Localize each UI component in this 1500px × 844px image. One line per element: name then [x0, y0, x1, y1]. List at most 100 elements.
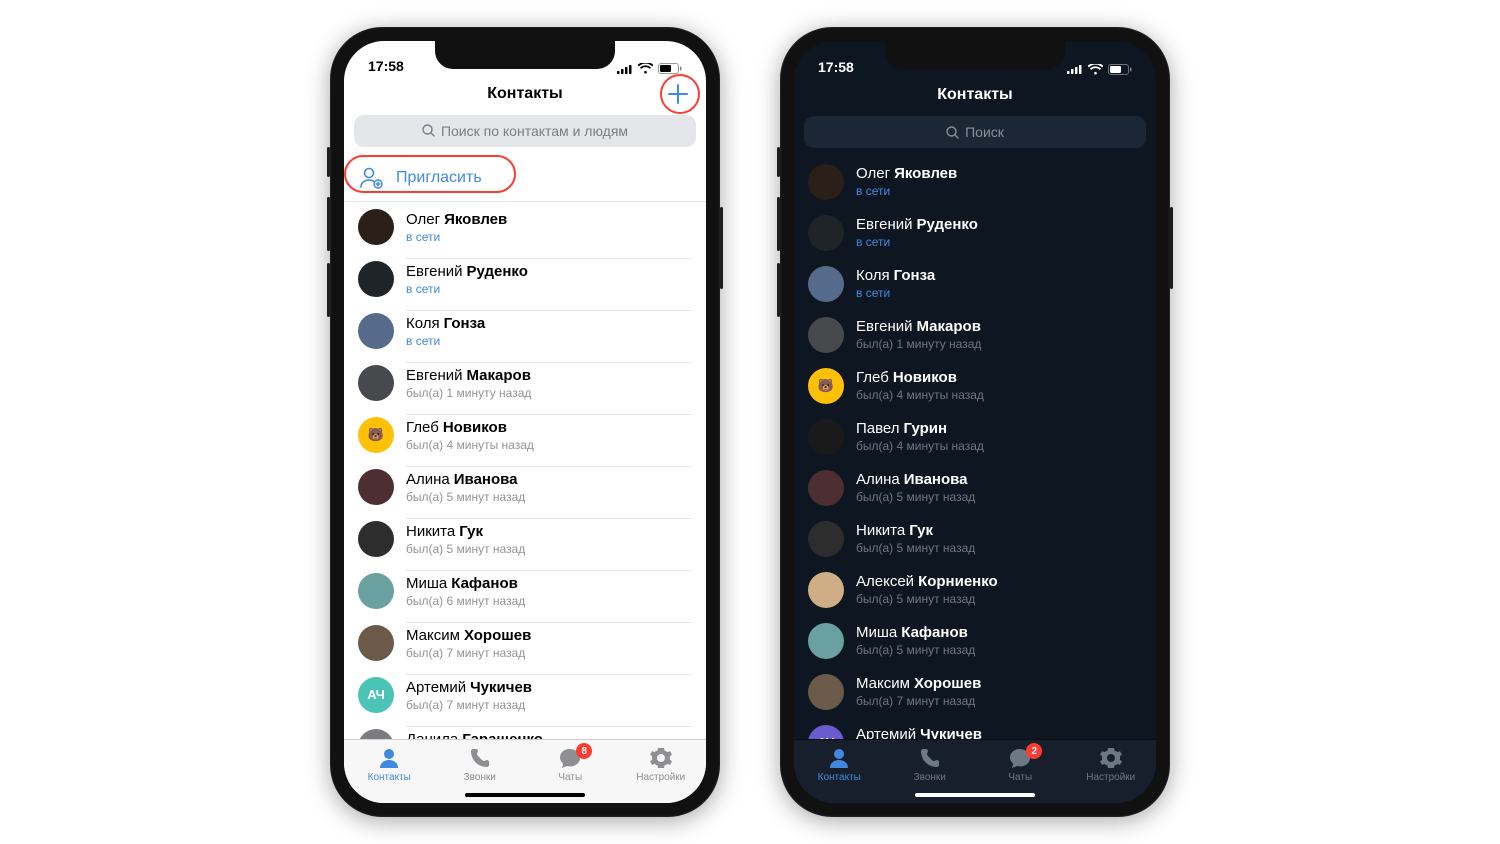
chats-badge: 2 [1026, 743, 1042, 759]
tab-label: Настройки [1086, 772, 1135, 783]
cellular-signal-icon [1067, 64, 1083, 74]
tab-contacts[interactable]: Контакты [803, 746, 875, 783]
contact-status: в сети [406, 282, 692, 296]
contact-row[interactable]: АлинаИвановабыл(а) 5 минут назад [344, 461, 706, 513]
contact-row[interactable]: ДанилаГаращенкобыл(а) 9 минут назад [344, 721, 706, 739]
invite-icon [358, 165, 384, 191]
contact-status: был(а) 5 минут назад [856, 541, 1142, 555]
tab-label: Контакты [818, 772, 861, 783]
contact-row[interactable]: 🐻ГлебНовиковбыл(а) 4 минуты назад [344, 409, 706, 461]
tab-label: Звонки [914, 772, 946, 783]
avatar [808, 521, 844, 557]
contact-row[interactable]: МишаКафановбыл(а) 5 минут назад [794, 615, 1156, 666]
contact-status: в сети [406, 230, 692, 244]
avatar [808, 572, 844, 608]
avatar [358, 313, 394, 349]
contact-row[interactable]: МаксимХорошевбыл(а) 7 минут назад [794, 666, 1156, 717]
contact-status: был(а) 4 минуты назад [856, 388, 1142, 402]
contact-name: ГлебНовиков [856, 369, 1142, 387]
gear-icon [649, 746, 673, 770]
tab-settings[interactable]: Настройки [625, 746, 697, 783]
search-input[interactable]: Поиск по контактам и людям [354, 115, 696, 147]
contact-status: в сети [856, 235, 1142, 249]
contacts-icon [827, 746, 851, 770]
search-icon [422, 124, 435, 137]
contact-row[interactable]: АлексейКорниенкобыл(а) 5 минут назад [794, 564, 1156, 615]
phone-icon [918, 746, 942, 770]
contact-name: АлинаИванова [856, 471, 1142, 489]
contact-status: был(а) 5 минут назад [856, 490, 1142, 504]
contact-name: ЕвгенийРуденко [856, 216, 1142, 234]
contact-name: КоляГонза [856, 267, 1142, 285]
contact-row[interactable]: ЕвгенийМакаровбыл(а) 1 минуту назад [344, 357, 706, 409]
contact-name: ОлегЯковлев [856, 165, 1142, 183]
tab-label: Контакты [368, 772, 411, 783]
contact-row[interactable]: КоляГонзав сети [344, 305, 706, 357]
contact-list[interactable]: ОлегЯковлевв сетиЕвгенийРуденков сетиКол… [344, 202, 706, 739]
contact-name: МаксимХорошев [406, 627, 692, 645]
cellular-signal-icon [617, 64, 633, 74]
contact-name: МаксимХорошев [856, 675, 1142, 693]
contact-row[interactable]: МишаКафановбыл(а) 6 минут назад [344, 565, 706, 617]
page-title: Контакты [487, 85, 562, 103]
tab-calls[interactable]: Звонки [444, 746, 516, 783]
contact-row[interactable]: ОлегЯковлевв сети [794, 156, 1156, 207]
contact-name: АртемийЧукичев [406, 679, 692, 697]
contact-row[interactable]: НикитаГукбыл(а) 5 минут назад [794, 513, 1156, 564]
home-indicator [915, 793, 1035, 797]
avatar [358, 261, 394, 297]
home-indicator [465, 793, 585, 797]
contact-status: был(а) 4 минуты назад [406, 438, 692, 452]
contact-row[interactable]: ЕвгенийРуденков сети [794, 207, 1156, 258]
tab-label: Чаты [1008, 772, 1032, 783]
status-time: 17:58 [818, 59, 854, 75]
search-placeholder: Поиск по контактам и людям [441, 123, 628, 139]
tab-calls[interactable]: Звонки [894, 746, 966, 783]
avatar: 🐻 [808, 368, 844, 404]
search-input[interactable]: Поиск [804, 116, 1146, 148]
contact-row[interactable]: ЕвгенийМакаровбыл(а) 1 минуту назад [794, 309, 1156, 360]
add-contact-button[interactable] [664, 80, 692, 108]
avatar [358, 521, 394, 557]
contact-row[interactable]: ПавелГуринбыл(а) 4 минуты назад [794, 411, 1156, 462]
contact-status: в сети [856, 184, 1142, 198]
contact-status: был(а) 5 минут назад [856, 643, 1142, 657]
avatar: АЧ [808, 725, 844, 740]
avatar: 🐻 [358, 417, 394, 453]
contact-name: НикитаГук [856, 522, 1142, 540]
tab-contacts[interactable]: Контакты [353, 746, 425, 783]
tab-settings[interactable]: Настройки [1075, 746, 1147, 783]
phone-light: 17:58 Контакты Поиск по контактам и людя… [330, 27, 720, 817]
avatar [358, 469, 394, 505]
avatar [808, 623, 844, 659]
invite-button[interactable]: Пригласить [344, 155, 706, 202]
contact-name: АлинаИванова [406, 471, 692, 489]
tab-label: Чаты [558, 772, 582, 783]
contact-name: МишаКафанов [406, 575, 692, 593]
contact-status: был(а) 5 минут назад [856, 592, 1142, 606]
contact-status: был(а) 7 минут назад [406, 646, 692, 660]
contact-row[interactable]: АлинаИвановабыл(а) 5 минут назад [794, 462, 1156, 513]
contact-row[interactable]: КоляГонзав сети [794, 258, 1156, 309]
chats-badge: 8 [576, 743, 592, 759]
contact-status: был(а) 6 минут назад [406, 594, 692, 608]
contact-row[interactable]: АЧАртемийЧукичевбыл(а) 7 минут назад [794, 717, 1156, 739]
contact-row[interactable]: 🐻 ГлебНовиковбыл(а) 4 минуты назад [794, 360, 1156, 411]
tab-chats[interactable]: 2 Чаты [984, 746, 1056, 783]
contact-name: АлексейКорниенко [856, 573, 1142, 591]
contact-list[interactable]: ОлегЯковлевв сетиЕвгенийРуденков сетиКол… [794, 156, 1156, 739]
contact-row[interactable]: ЕвгенийРуденков сети [344, 253, 706, 305]
contact-row[interactable]: НикитаГукбыл(а) 5 минут назад [344, 513, 706, 565]
gear-icon [1099, 746, 1123, 770]
contact-row[interactable]: ОлегЯковлевв сети [344, 202, 706, 253]
contact-row[interactable]: МаксимХорошевбыл(а) 7 минут назад [344, 617, 706, 669]
avatar: АЧ [358, 677, 394, 713]
avatar [808, 215, 844, 251]
contact-name: ОлегЯковлев [406, 211, 692, 229]
tab-chats[interactable]: 8 Чаты [534, 746, 606, 783]
battery-icon [1108, 64, 1132, 75]
contact-status: в сети [406, 334, 692, 348]
battery-icon [658, 63, 682, 74]
contact-row[interactable]: АЧАртемийЧукичевбыл(а) 7 минут назад [344, 669, 706, 721]
contact-name: КоляГонза [406, 315, 692, 333]
